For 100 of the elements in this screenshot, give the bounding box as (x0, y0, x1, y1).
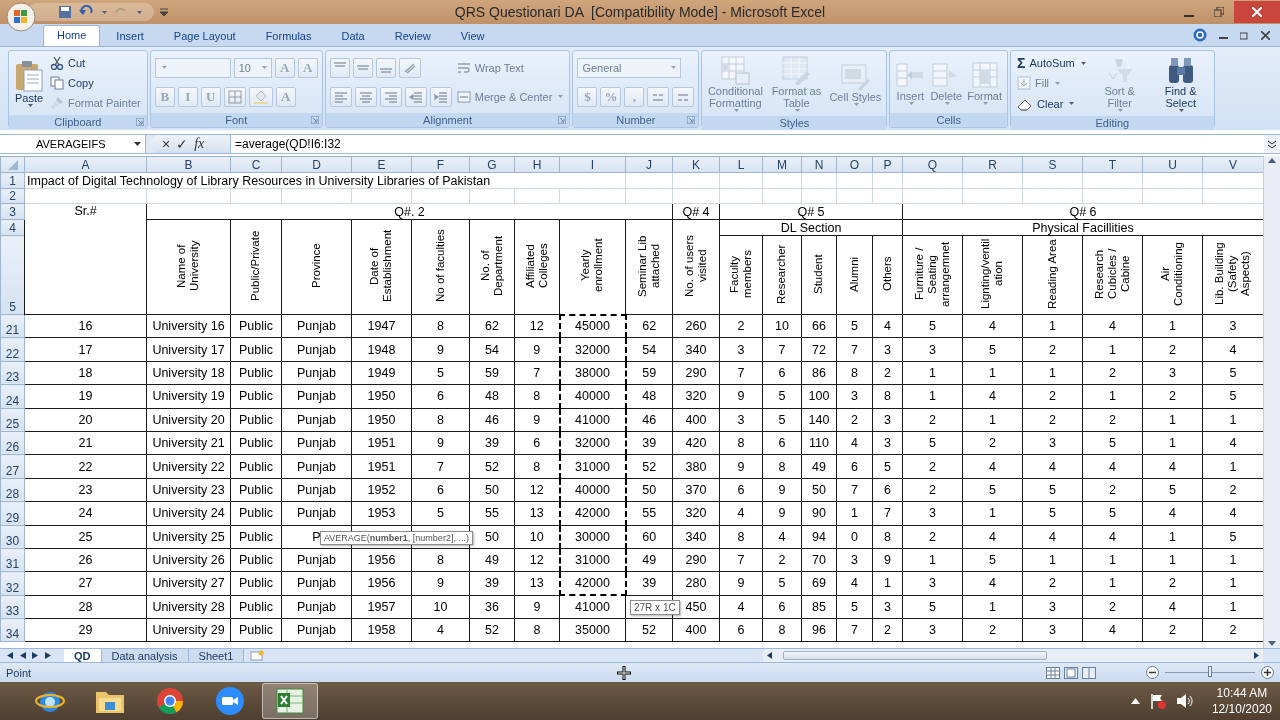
orientation-icon (402, 61, 417, 74)
enter-button[interactable]: ✓ (176, 136, 189, 152)
table-cell: 8 (778, 459, 786, 474)
table-cell: 13 (529, 576, 544, 591)
cancel-button[interactable]: × (162, 136, 171, 152)
spreadsheet-icon (275, 687, 305, 715)
column-header[interactable]: A (81, 157, 90, 172)
table-cell: 370 (685, 482, 707, 497)
table-cell: 400 (685, 623, 707, 638)
sheet-tab[interactable]: Sheet1 (188, 649, 245, 662)
table-format-icon (781, 55, 812, 85)
column-header[interactable]: E (377, 157, 386, 172)
header-cell-text: No. of Department (478, 234, 505, 298)
table-cell: 55 (485, 506, 499, 521)
table-cell: 6 (778, 365, 786, 380)
ribbon-tab[interactable]: Page Layout (159, 26, 250, 46)
close-button[interactable] (1234, 1, 1280, 23)
dialog-launcher-icon (135, 118, 144, 126)
column-header[interactable]: B (184, 157, 193, 172)
column-header[interactable]: L (737, 157, 745, 172)
column-header[interactable]: V (1229, 157, 1237, 172)
table-cell: 2 (929, 412, 936, 427)
table-cell: 2 (929, 459, 936, 474)
insert-sheet-icon (250, 650, 265, 661)
ribbon-tab[interactable]: View (446, 26, 499, 46)
table-cell: 340 (685, 342, 707, 357)
table-cell: 8 (737, 529, 745, 544)
table-cell: 59 (642, 365, 657, 380)
table-cell: 22 (78, 459, 93, 474)
table-cell: 1949 (367, 365, 396, 380)
table-cell: 1 (1229, 576, 1237, 591)
table-cell: Punjab (297, 576, 336, 591)
column-header[interactable]: C (251, 157, 261, 172)
header-cell: Physical Facillities (1032, 220, 1134, 235)
table-cell: 3 (929, 506, 936, 521)
table-cell: 42000 (575, 576, 610, 591)
cell-styles-icon (840, 61, 871, 91)
table-cell: 50 (485, 529, 499, 544)
taskbar-button[interactable] (262, 683, 318, 719)
table-cell: 320 (685, 506, 707, 521)
vertical-scrollbar[interactable] (1263, 156, 1280, 648)
ribbon-tab[interactable]: Review (380, 26, 445, 46)
column-header[interactable]: D (312, 157, 321, 172)
table-cell: 380 (685, 459, 707, 474)
table-cell: 4 (989, 389, 996, 404)
column-header[interactable]: T (1108, 157, 1117, 172)
table-cell: 1 (884, 576, 891, 591)
column-header[interactable]: I (590, 157, 595, 172)
table-cell: 4 (989, 459, 996, 474)
table-cell: 1 (989, 365, 996, 380)
column-header[interactable]: Q (927, 157, 938, 172)
insert-function-button[interactable]: fx (194, 136, 205, 152)
column-header[interactable]: R (988, 157, 997, 172)
header-cell-text: Alumni (847, 254, 861, 294)
table-cell: 16 (78, 319, 93, 334)
table-cell: 8 (533, 623, 541, 638)
table-cell: 13 (529, 506, 544, 521)
table-cell: Punjab (297, 412, 336, 427)
sheet-tab[interactable]: Data analysis (101, 649, 189, 662)
name-box[interactable]: AVERAGEIFS (0, 135, 146, 153)
ribbon-button[interactable]: Copy (48, 73, 143, 93)
row-header[interactable]: 5 (9, 300, 16, 314)
table-cell: 55 (642, 506, 657, 521)
align-left-icon (333, 90, 348, 103)
ribbon-tab[interactable]: Home (43, 25, 101, 46)
column-header[interactable]: J (646, 157, 652, 172)
horizontal-scrollbar[interactable] (763, 649, 1263, 662)
ribbon-tab[interactable]: Formulas (251, 26, 326, 46)
sheet-tab[interactable]: QD (64, 649, 102, 662)
column-header[interactable]: G (487, 157, 497, 172)
table-cell: 7 (437, 459, 444, 474)
slider-thumb[interactable] (1208, 666, 1212, 677)
ribbon-button[interactable]: Cut (48, 53, 143, 73)
formula-field[interactable]: =average(QD!I6:I32 (230, 135, 1264, 153)
column-header[interactable]: S (1048, 157, 1057, 172)
column-header[interactable]: U (1168, 157, 1177, 172)
ribbon-button[interactable]: Paste (13, 57, 45, 109)
header-cell-text: Reading Area (1045, 237, 1059, 311)
table-cell: 54 (485, 342, 499, 357)
zoom-out-icon (1146, 666, 1159, 679)
table-cell: 2 (1049, 576, 1056, 591)
column-header[interactable]: F (436, 157, 445, 172)
table-cell: 12 (529, 553, 544, 568)
ribbon-button[interactable]: Find & Select (1151, 53, 1210, 114)
table-cell: 1 (1229, 412, 1237, 427)
table-cell: 2 (1109, 482, 1116, 497)
ribbon-button[interactable]: Σ AutoSum (1015, 53, 1088, 74)
ribbon-tab[interactable]: Data (327, 26, 379, 46)
table-cell: 4 (1109, 623, 1116, 638)
header-cell-text: Lib. Building (Safety Aspects) (1213, 241, 1253, 307)
table-cell: University 28 (152, 599, 225, 614)
table-cell: 10 (775, 319, 789, 334)
ribbon-tab[interactable]: Insert (102, 26, 158, 46)
table-cell: 2 (1169, 342, 1176, 357)
column-header[interactable]: H (532, 157, 542, 172)
table-cell: University 17 (152, 342, 225, 357)
ribbon-button[interactable]: Clear (1015, 93, 1088, 114)
table-cell: 1957 (367, 599, 396, 614)
column-header[interactable]: K (692, 157, 700, 172)
table-cell: University 29 (152, 623, 225, 638)
